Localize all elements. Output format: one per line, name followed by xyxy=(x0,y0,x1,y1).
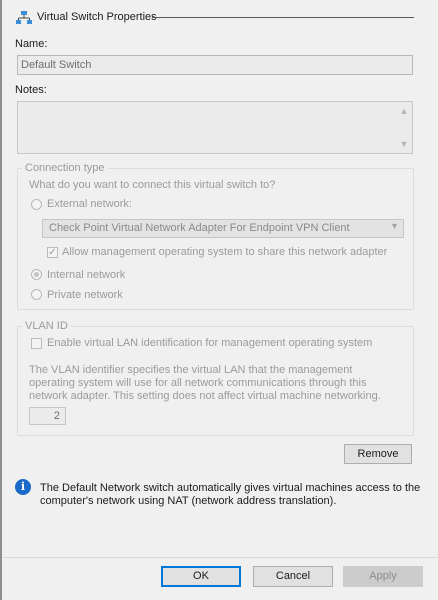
title-divider xyxy=(152,17,414,18)
info-icon: i xyxy=(15,479,31,495)
scroll-down-icon[interactable]: ▼ xyxy=(398,138,410,150)
internal-network-radio[interactable] xyxy=(31,269,42,280)
connection-type-legend: Connection type xyxy=(22,162,108,174)
name-field[interactable]: Default Switch xyxy=(17,55,413,75)
vlan-id-field[interactable]: 2 xyxy=(29,407,66,425)
internal-network-label: Internal network xyxy=(47,269,126,281)
properties-panel: Virtual Switch Properties Name: Default … xyxy=(2,0,438,557)
name-label: Name: xyxy=(15,38,48,50)
vlan-legend: VLAN ID xyxy=(22,320,71,332)
external-network-label: External network: xyxy=(47,198,132,210)
chevron-down-icon: ▾ xyxy=(391,221,397,232)
dialog-footer: OK Cancel Apply xyxy=(2,557,438,600)
notes-field[interactable]: ▲ ▼ xyxy=(17,101,413,154)
allow-management-checkbox[interactable]: ✓ xyxy=(47,247,58,258)
private-network-label: Private network xyxy=(47,289,123,301)
info-message: The Default Network switch automatically… xyxy=(40,482,421,507)
ok-button[interactable]: OK xyxy=(161,566,241,587)
private-network-radio[interactable] xyxy=(31,289,42,300)
apply-button[interactable]: Apply xyxy=(343,566,423,587)
remove-button[interactable]: Remove xyxy=(344,444,412,464)
connection-question: What do you want to connect this virtual… xyxy=(29,179,276,191)
vlan-description: The VLAN identifier specifies the virtua… xyxy=(29,364,381,402)
network-adapter-select[interactable]: Check Point Virtual Network Adapter For … xyxy=(42,219,404,238)
allow-management-label: Allow management operating system to sha… xyxy=(62,246,388,258)
enable-vlan-checkbox[interactable] xyxy=(31,338,42,349)
scroll-up-icon[interactable]: ▲ xyxy=(398,105,410,117)
notes-label: Notes: xyxy=(15,84,47,96)
external-network-radio[interactable] xyxy=(31,199,42,210)
network-adapter-value: Check Point Virtual Network Adapter For … xyxy=(49,222,350,234)
panel-title: Virtual Switch Properties xyxy=(37,11,157,23)
cancel-button[interactable]: Cancel xyxy=(253,566,333,587)
network-switch-icon xyxy=(16,11,32,24)
enable-vlan-label: Enable virtual LAN identification for ma… xyxy=(47,337,373,349)
